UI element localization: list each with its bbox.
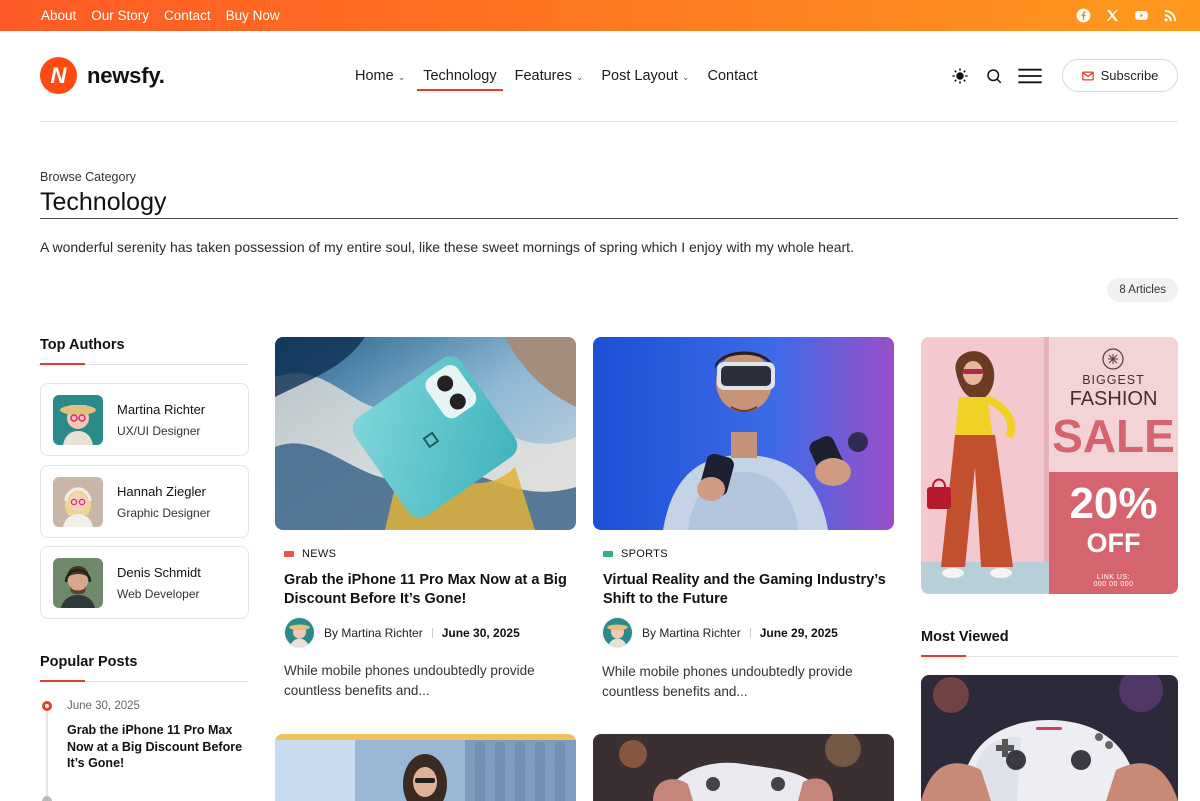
post-date: June 30, 2025: [441, 625, 520, 640]
author-name[interactable]: Denis Schmidt: [117, 565, 201, 580]
avatar[interactable]: [602, 617, 633, 648]
subscribe-label: Subscribe: [1100, 68, 1159, 83]
nav-item-features[interactable]: Features ⌄: [515, 63, 584, 89]
top-link-about[interactable]: About: [41, 8, 76, 23]
tag-label: SPORTS: [621, 548, 668, 560]
post-excerpt: While mobile phones undoubtedly provide …: [284, 663, 535, 698]
nav-item-label: Post Layout: [601, 68, 678, 84]
tag-label: NEWS: [302, 548, 337, 560]
chevron-down-icon: ⌄: [397, 71, 406, 82]
nav-item-label: Features: [514, 68, 572, 84]
subscribe-button[interactable]: Subscribe: [1062, 59, 1178, 92]
ad-text: BIGGEST FASHION SALE: [1049, 373, 1178, 461]
top-bar: About Our Story Contact Buy Now: [0, 0, 1200, 31]
articles-count-badge: 8 Articles: [1107, 278, 1178, 302]
post-author[interactable]: By Martina Richter: [642, 626, 741, 640]
page-title: Technology: [40, 188, 167, 216]
post-meta: By Martina Richter June 30, 2025: [284, 617, 520, 648]
main-nav: Home ⌄ Technology Features ⌄ Post Layout…: [355, 63, 775, 91]
nav-item-home[interactable]: Home ⌄: [355, 63, 405, 89]
ad-off: OFF: [1086, 528, 1141, 558]
rss-icon[interactable]: [1163, 8, 1178, 23]
mail-icon: [1081, 71, 1094, 80]
post-excerpt: While mobile phones undoubtedly provide …: [602, 664, 853, 699]
logo-text: newsfy.: [87, 62, 165, 88]
nav-item-contact[interactable]: Contact: [708, 63, 758, 89]
popular-post-date: June 30, 2025: [67, 700, 140, 712]
most-viewed-heading: Most Viewed: [921, 629, 1009, 645]
logo-mark-icon: N: [40, 57, 77, 94]
nav-item-technology[interactable]: Technology: [417, 63, 503, 91]
ad-link-label: LINK US:: [1096, 574, 1131, 581]
top-link-contact[interactable]: Contact: [164, 8, 211, 23]
youtube-icon[interactable]: [1134, 8, 1149, 23]
x-icon[interactable]: [1105, 8, 1120, 23]
most-viewed-divider: [921, 655, 1178, 657]
category-eyebrow: Browse Category: [40, 170, 136, 184]
nav-item-label: Technology: [423, 68, 497, 84]
top-authors-heading: Top Authors: [40, 337, 125, 353]
theme-toggle-sun-icon[interactable]: [948, 64, 972, 88]
timeline-line: [46, 706, 48, 801]
popular-posts-divider: [40, 680, 248, 682]
avatar: [53, 477, 103, 527]
avatar[interactable]: [284, 617, 315, 648]
meta-separator: [431, 627, 433, 638]
author-card[interactable]: Denis Schmidt Web Developer: [40, 546, 249, 619]
chevron-down-icon: ⌄: [575, 71, 584, 82]
chevron-down-icon: ⌄: [681, 71, 690, 82]
ad-phone: 000 00 000: [1093, 581, 1134, 588]
top-link-buy-now[interactable]: Buy Now: [226, 8, 280, 23]
tag-color-swatch: [603, 551, 613, 557]
nav-item-post-layout[interactable]: Post Layout ⌄: [601, 63, 689, 89]
ad-line-biggest: BIGGEST: [1082, 373, 1145, 387]
post-author[interactable]: By Martina Richter: [324, 626, 423, 640]
post-category-tag[interactable]: SPORTS: [603, 548, 668, 560]
most-viewed-image-gamepad[interactable]: [921, 675, 1178, 801]
fashion-sale-banner[interactable]: BIGGEST FASHION SALE 20% OFF LINK US: 00…: [921, 337, 1178, 594]
ad-line-fashion: FASHION: [1069, 388, 1158, 410]
meta-separator: [749, 627, 751, 638]
top-link-our-story[interactable]: Our Story: [91, 8, 149, 23]
post-meta: By Martina Richter June 29, 2025: [602, 617, 838, 648]
author-card[interactable]: Hannah Ziegler Graphic Designer: [40, 465, 249, 538]
post-title[interactable]: Grab the iPhone 11 Pro Max Now at a Big …: [284, 571, 574, 609]
avatar: [53, 395, 103, 445]
author-role: Web Developer: [117, 587, 200, 601]
author-role: Graphic Designer: [117, 506, 211, 520]
header-divider: [40, 121, 1178, 122]
site-logo[interactable]: N newsfy.: [40, 57, 165, 94]
menu-hamburger-icon[interactable]: [1016, 64, 1044, 88]
post-image-iphone[interactable]: [275, 337, 576, 530]
timeline-dot: [42, 796, 52, 801]
ad-percent: 20%: [1069, 479, 1158, 528]
nav-item-label: Contact: [707, 68, 758, 84]
tag-color-swatch: [284, 551, 294, 557]
title-divider: [40, 218, 1178, 219]
social-links: [1076, 0, 1178, 31]
post-category-tag[interactable]: NEWS: [284, 548, 336, 560]
post-image-gamepad[interactable]: [593, 734, 894, 801]
popular-posts-heading: Popular Posts: [40, 654, 138, 670]
ad-offer: 20% OFF LINK US: 000 00 000: [1049, 479, 1178, 589]
post-date: June 29, 2025: [759, 625, 838, 640]
post-image-vr[interactable]: [593, 337, 894, 530]
author-card[interactable]: Martina Richter UX/UI Designer: [40, 383, 249, 456]
facebook-icon[interactable]: [1076, 8, 1091, 23]
search-icon[interactable]: [982, 64, 1006, 88]
author-role: UX/UI Designer: [117, 424, 201, 438]
top-links: About Our Story Contact Buy Now: [41, 0, 280, 31]
nav-item-label: Home: [355, 68, 394, 84]
timeline-dot: [42, 701, 52, 711]
author-name[interactable]: Martina Richter: [117, 402, 205, 417]
category-description: A wonderful serenity has taken possessio…: [40, 239, 854, 255]
popular-post-title[interactable]: Grab the iPhone 11 Pro Max Now at a Big …: [67, 722, 247, 772]
post-title[interactable]: Virtual Reality and the Gaming Industry’…: [603, 571, 893, 609]
avatar: [53, 558, 103, 608]
ad-line-sale: SALE: [1052, 410, 1175, 462]
author-name[interactable]: Hannah Ziegler: [117, 484, 206, 499]
top-authors-divider: [40, 363, 248, 365]
post-image-building[interactable]: [275, 734, 576, 801]
header-tools: Subscribe: [948, 59, 1178, 92]
